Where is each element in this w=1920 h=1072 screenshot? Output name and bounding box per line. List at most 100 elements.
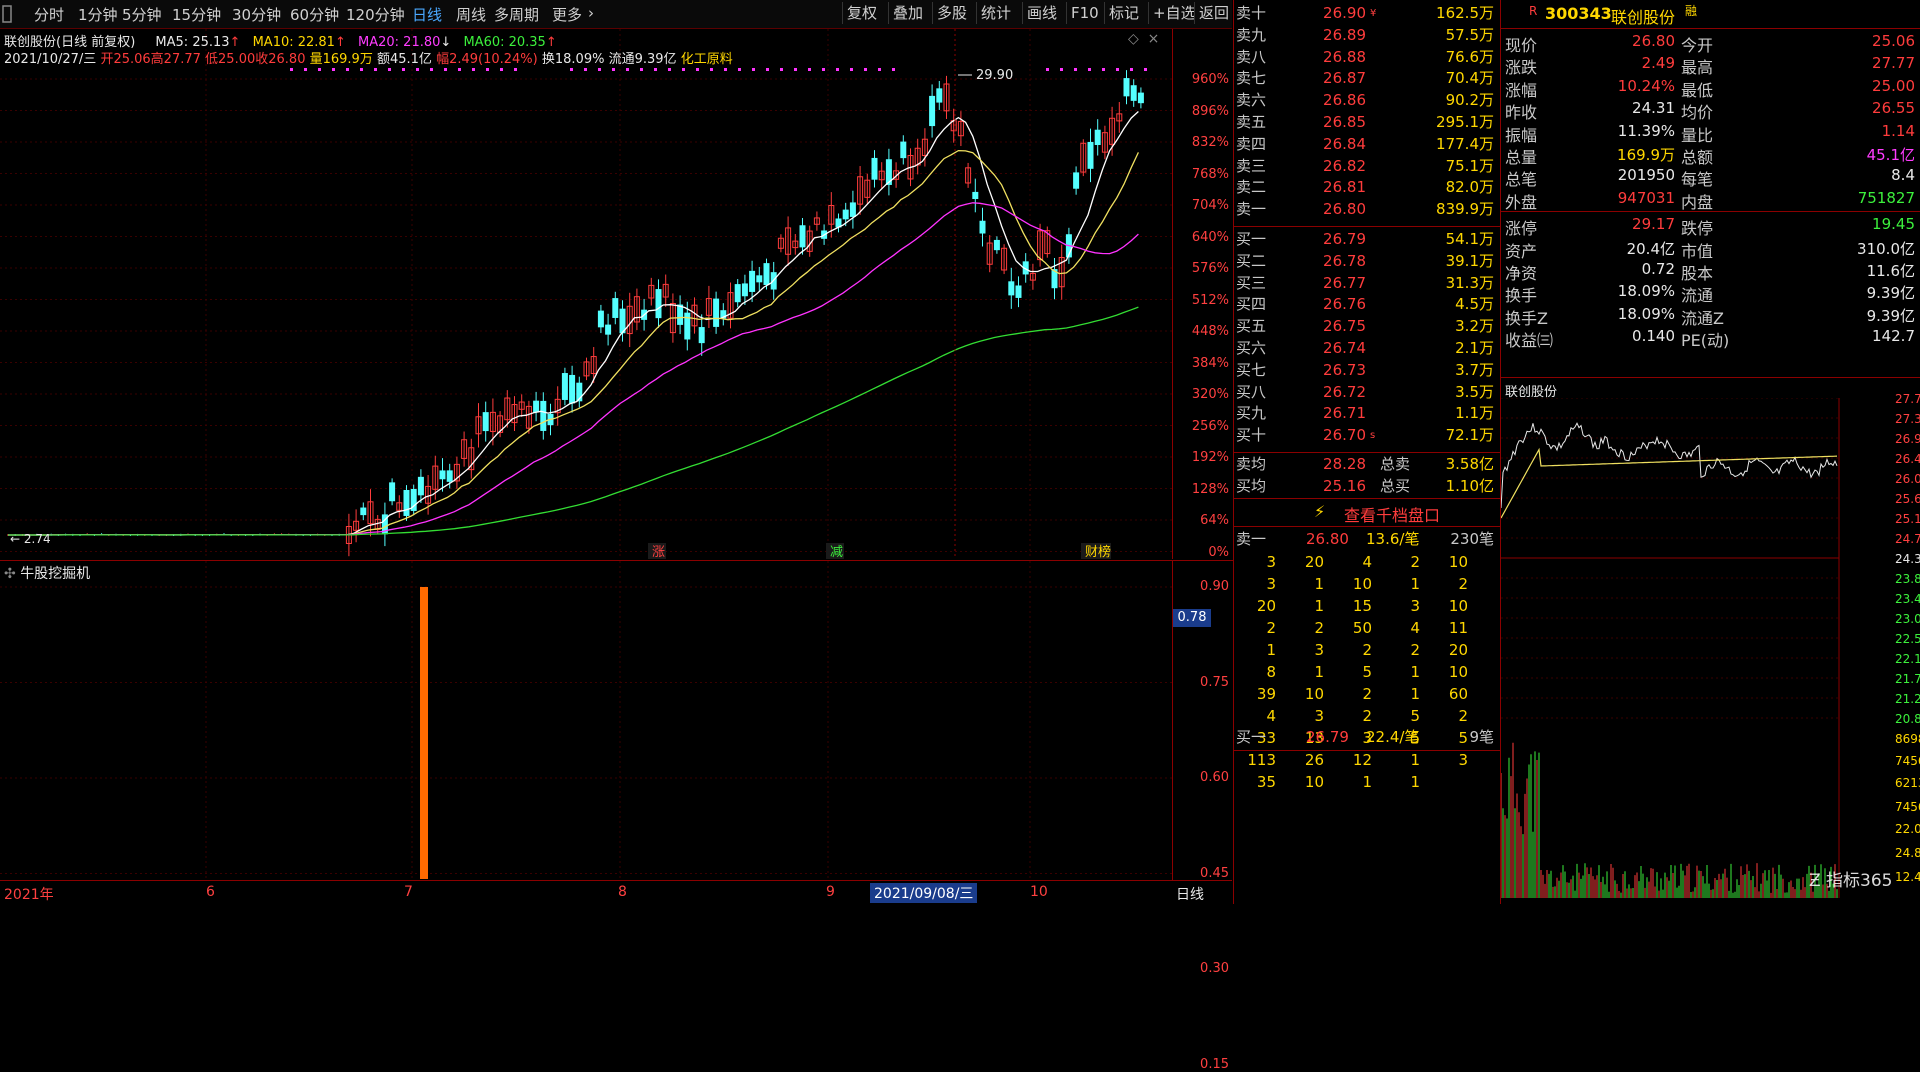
period-tab-8[interactable]: 周线 bbox=[456, 4, 486, 25]
buy-level-row[interactable]: 买四 26.76 4.5万 bbox=[1234, 293, 1500, 316]
chart-window-controls[interactable]: ◇ × bbox=[1128, 31, 1159, 47]
quote-panel: R 300343 联创股份融现价 26.80 今开 25.06 涨跌 2.49 最高 27.77 涨… bbox=[1500, 0, 1920, 904]
queue-cell: 2 bbox=[1362, 707, 1372, 725]
toolbar-button-4[interactable]: 画线 bbox=[1022, 2, 1061, 24]
buy-level-row[interactable]: 买一 26.79 54.1万 bbox=[1234, 228, 1500, 251]
info-sector: 化工原料 bbox=[680, 52, 733, 67]
quote-row: 总笔 201950 每笔 8.4 bbox=[1501, 166, 1920, 190]
order-book-panel: 卖十 26.90 ¥162.5万 卖九 26.89 57.5万 卖八 26.88 76.6万 卖七… bbox=[1233, 0, 1500, 904]
level-price: 26.71 bbox=[1323, 404, 1366, 423]
buy-level-row[interactable]: 买十 26.70 s 72.1万 bbox=[1234, 424, 1500, 447]
divider bbox=[1234, 526, 1500, 527]
level-volume: 177.4万 bbox=[1436, 134, 1494, 153]
quote-row: 涨跌 2.49 最高 27.77 bbox=[1501, 54, 1920, 77]
sell-level-row[interactable]: 卖八 26.88 76.6万 bbox=[1234, 46, 1500, 69]
period-tab-3[interactable]: 15分钟 bbox=[172, 4, 221, 25]
buy-level-row[interactable]: 买九 26.71 1.1万 bbox=[1234, 402, 1500, 425]
sell-level-row[interactable]: 卖五 26.85 295.1万 bbox=[1234, 111, 1500, 134]
kline-y-tick: 64% bbox=[1200, 513, 1229, 528]
sell-level-row[interactable]: 卖九 26.89 57.5万 bbox=[1234, 24, 1500, 47]
toolbar-button-6[interactable]: 标记 bbox=[1104, 2, 1143, 24]
level-price: 26.85 bbox=[1323, 113, 1366, 131]
sell-level-row[interactable]: 卖三 26.82 75.1万 bbox=[1234, 155, 1500, 178]
watermark-logo: Ƶ 指标365 bbox=[1809, 871, 1893, 891]
level-volume: 162.5万 bbox=[1436, 4, 1494, 22]
quote-row: 现价 26.80 今开 25.06 bbox=[1501, 32, 1920, 55]
sell-level-row[interactable]: 卖七 26.87 70.4万 bbox=[1234, 67, 1500, 90]
queue-cell: 50 bbox=[1352, 619, 1372, 637]
quote-label-right: 股本 bbox=[1681, 264, 1714, 283]
buy-level-row[interactable]: 买五 26.75 3.2万 bbox=[1234, 315, 1500, 338]
info-turnover: 换18.09% bbox=[541, 52, 605, 67]
date-axis-label: 6 bbox=[206, 884, 215, 900]
thousand-level-button[interactable]: ⚡ 查看千档盘口 bbox=[1314, 502, 1440, 526]
period-tab-0[interactable]: 分时 bbox=[34, 4, 64, 25]
toolbar-button-1[interactable]: 叠加 bbox=[888, 2, 927, 24]
toolbar-button-7[interactable]: +自选 bbox=[1148, 2, 1200, 24]
kline-y-axis: 960% 896% 832% 768% 704% 640% 576% 512% 448% 384%… bbox=[1172, 29, 1233, 560]
queue-cell: 113 bbox=[1247, 751, 1276, 769]
toolbar-button-8[interactable]: 返回 bbox=[1194, 2, 1233, 24]
period-tab-10[interactable]: 更多 bbox=[552, 4, 582, 25]
info-float: 流通9.39亿 bbox=[608, 52, 677, 67]
buy-level-row[interactable]: 买八 26.72 3.5万 bbox=[1234, 381, 1500, 404]
indicator-cursor-value: 0.78 bbox=[1173, 609, 1211, 627]
level-label: 买八 bbox=[1236, 382, 1267, 401]
level-label: 卖七 bbox=[1236, 69, 1267, 88]
quote-row: 涨幅 10.24% 最低 25.00 bbox=[1501, 77, 1920, 100]
level-volume: 54.1万 bbox=[1445, 230, 1494, 248]
buy-level-row[interactable]: 买七 26.73 3.7万 bbox=[1234, 359, 1500, 382]
lightning-icon: ⚡ bbox=[1314, 502, 1326, 521]
period-tab-2[interactable]: 5分钟 bbox=[122, 4, 162, 25]
date-axis-label: 8 bbox=[618, 884, 627, 900]
indicator-menu-icon[interactable]: ✣ bbox=[4, 566, 16, 582]
sell-level-row[interactable]: 卖十 26.90 ¥162.5万 bbox=[1234, 2, 1500, 25]
buy-level-row[interactable]: 买三 26.77 31.3万 bbox=[1234, 272, 1500, 295]
toolbar-button-0[interactable]: 复权 bbox=[842, 2, 881, 24]
toolbar-button-5[interactable]: F10 bbox=[1066, 2, 1103, 24]
queue-cell: 20 bbox=[1448, 641, 1468, 659]
sell-level-row[interactable]: 卖一 26.80 839.9万 bbox=[1234, 198, 1500, 221]
level-price: 26.74 bbox=[1323, 339, 1366, 357]
period-tab-4[interactable]: 30分钟 bbox=[232, 4, 281, 25]
intraday-mini-chart[interactable] bbox=[1501, 398, 1841, 898]
queue-row: 4 3 2 5 2 bbox=[1234, 705, 1500, 728]
level-price: 26.90 bbox=[1323, 4, 1366, 22]
quote-row: 换手 18.09% 流通 9.39亿 bbox=[1501, 282, 1920, 305]
sell-level-row[interactable]: 卖六 26.86 90.2万 bbox=[1234, 89, 1500, 112]
level-volume: 839.9万 bbox=[1436, 200, 1494, 219]
quote-value-right: 1.14 bbox=[1881, 121, 1915, 140]
queue-cell: 1 bbox=[1314, 663, 1324, 681]
quote-value-left: 18.09% bbox=[1617, 282, 1675, 301]
period-tab-5[interactable]: 60分钟 bbox=[290, 4, 339, 25]
queue-cell: 4 bbox=[1410, 619, 1420, 637]
level-label: 买七 bbox=[1236, 360, 1267, 379]
quote-value-right: 751827 bbox=[1857, 188, 1915, 207]
toolbar-button-3[interactable]: 统计 bbox=[976, 2, 1015, 24]
queue-count: 9笔 bbox=[1469, 728, 1494, 746]
period-tab-1[interactable]: 1分钟 bbox=[78, 4, 118, 25]
queue-cell: 20 bbox=[1304, 553, 1324, 571]
buy-level-row[interactable]: 买二 26.78 39.1万 bbox=[1234, 250, 1500, 273]
indicator-title: 牛股挖掘机 bbox=[20, 566, 91, 582]
level-label: 卖九 bbox=[1236, 25, 1267, 44]
kline-y-tick: 576% bbox=[1191, 261, 1229, 276]
info-volume: 量169.9万 bbox=[309, 52, 373, 67]
indicator-panel[interactable] bbox=[0, 560, 1172, 881]
quote-row: 昨收 24.31 均价 26.55 bbox=[1501, 99, 1920, 122]
period-tab-6[interactable]: 120分钟 bbox=[346, 4, 405, 25]
quote-label-right: 每笔 bbox=[1681, 170, 1714, 190]
quote-label-left: 换手Z bbox=[1505, 308, 1548, 328]
period-tab-7[interactable]: 日线 bbox=[412, 4, 442, 25]
kline-y-tick: 704% bbox=[1191, 198, 1229, 213]
period-tab-9[interactable]: 多周期 bbox=[494, 4, 539, 25]
axis-mode-label[interactable]: 日线 bbox=[1176, 884, 1204, 904]
level-label: 卖十 bbox=[1236, 4, 1267, 22]
kline-chart[interactable]: 29.90 ← 2.74 涨 减 财榜 bbox=[0, 29, 1172, 559]
mini-price-tick: 23.45 bbox=[1895, 592, 1920, 606]
sell-level-row[interactable]: 卖四 26.84 177.4万 bbox=[1234, 133, 1500, 156]
sell-level-row[interactable]: 卖二 26.81 82.0万 bbox=[1234, 176, 1500, 199]
buy-level-row[interactable]: 买六 26.74 2.1万 bbox=[1234, 337, 1500, 360]
more-chevron-icon[interactable]: › bbox=[588, 4, 594, 22]
toolbar-button-2[interactable]: 多股 bbox=[932, 2, 971, 24]
